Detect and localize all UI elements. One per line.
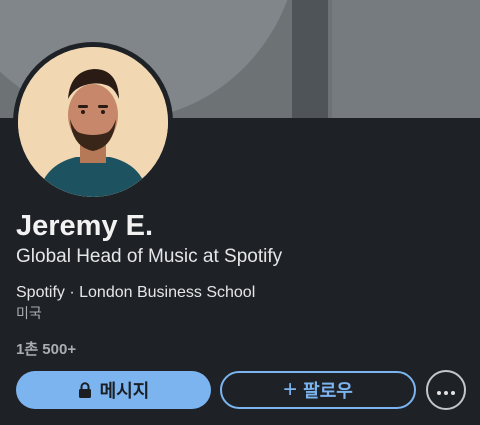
profile-name: Jeremy E. [16, 210, 154, 242]
follow-button-label: 팔로우 [303, 381, 353, 401]
follow-button[interactable]: + 팔로우 [220, 371, 416, 409]
avatar-photo [18, 47, 168, 197]
profile-avatar[interactable] [13, 42, 173, 202]
avatar-portrait-illustration [18, 47, 168, 197]
cover-panel-shape [292, 0, 328, 118]
more-icon [436, 380, 456, 401]
profile-organizations[interactable]: Spotify · London Business School [16, 283, 255, 303]
more-options-button[interactable] [426, 370, 466, 410]
plus-icon: + [283, 376, 298, 403]
message-button-label: 메시지 [99, 381, 150, 401]
profile-headline: Global Head of Music at Spotify [16, 246, 283, 267]
cover-panel-shape [332, 0, 480, 118]
message-button[interactable]: 메시지 [16, 371, 211, 409]
profile-connections-count[interactable]: 1촌 500+ [16, 341, 76, 359]
profile-location: 미국 [16, 305, 42, 321]
lock-icon [78, 381, 92, 399]
